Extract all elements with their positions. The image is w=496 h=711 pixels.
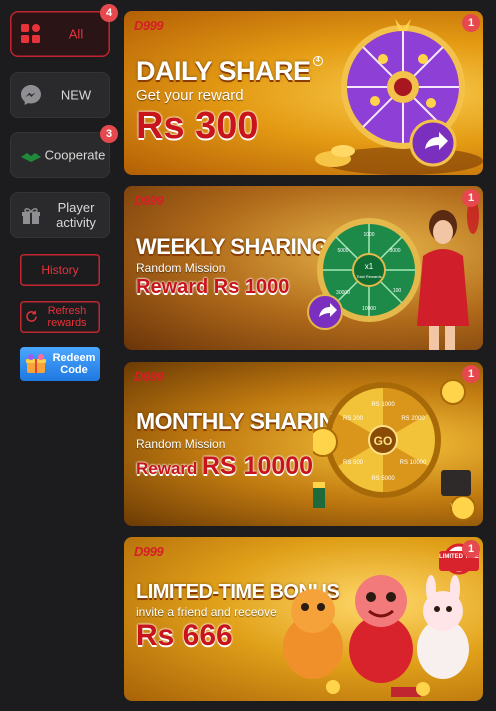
banner-subtitle: Get your reward	[136, 87, 244, 104]
svg-text:RS 500: RS 500	[343, 460, 364, 466]
svg-text:RS 1000: RS 1000	[371, 402, 395, 408]
tab-all-badge: 4	[100, 4, 118, 22]
banner-reward: Rs 300	[136, 105, 259, 147]
brand-logo: D999	[134, 18, 164, 33]
tab-player-activity[interactable]: Player activity	[10, 192, 110, 238]
banner-monthly-sharing[interactable]: D999 MONTHLY SHARING6 Random Mission Rew…	[124, 362, 483, 526]
messenger-icon	[18, 82, 44, 108]
svg-text:RS 200: RS 200	[343, 416, 364, 422]
banner-badge: 1	[462, 365, 480, 383]
tab-player-activity-label: Player activity	[56, 200, 96, 230]
banner-badge: 1	[462, 540, 480, 558]
green-wheel-icon: x1 Total Rewards 1000 3000 5000 30000 10…	[307, 198, 479, 350]
history-label: History	[41, 263, 79, 277]
banner-daily-share[interactable]: D999 DAILY SHARE 4 Get your reward Rs 300…	[124, 11, 483, 175]
banner-subtitle: invite a friend and receove	[136, 605, 277, 619]
brand-logo: D999	[134, 193, 164, 208]
svg-text:RS 2000: RS 2000	[401, 416, 425, 422]
gift-icon	[18, 202, 44, 228]
history-button[interactable]: History	[20, 254, 100, 286]
brand-logo: D999	[134, 369, 164, 384]
tab-new-label: NEW	[60, 87, 92, 103]
wheel-go-text: GO	[374, 434, 393, 448]
tab-all-label: All	[68, 26, 84, 42]
banner-badge: 1	[462, 189, 480, 207]
banner-reward: Reward Rs 1000	[136, 276, 290, 298]
banner-reward: Reward RS 10000	[136, 452, 314, 480]
redeem-code-button[interactable]: Redeem Code	[20, 347, 100, 381]
gold-wheel-icon: GO RS 1000 RS 2000 RS 10000 RS 5000 RS 5…	[313, 379, 476, 521]
refresh-rewards-button[interactable]: Refresh rewards	[20, 301, 100, 333]
wheel-center-text: x1	[365, 262, 374, 271]
handshake-icon	[18, 142, 44, 168]
svg-text:3000: 3000	[389, 248, 400, 254]
event-page: All 4 NEW Cooperate 3 Player activity Hi…	[0, 0, 496, 711]
banner-subtitle: Random Mission	[136, 261, 226, 275]
svg-text:RS 10000: RS 10000	[400, 460, 427, 466]
tab-cooperate[interactable]: Cooperate 3	[10, 125, 118, 178]
redeem-label: Redeem Code	[52, 352, 96, 376]
vip-label: VIP	[450, 503, 462, 510]
tab-cooperate-label: Cooperate	[44, 147, 106, 163]
grid-icon	[18, 21, 44, 47]
banner-limited-time-bonus[interactable]: D999 LIMITED-TIME BONUS invite a friend …	[124, 537, 483, 701]
refresh-label: Refresh rewards	[47, 305, 87, 329]
wheel-center-sub: Total Rewards	[356, 274, 381, 279]
refresh-icon	[25, 310, 38, 326]
tab-all[interactable]: All 4	[10, 4, 118, 57]
prize-wheel-icon	[315, 19, 483, 175]
brand-logo: D999	[134, 544, 164, 559]
svg-text:RS 5000: RS 5000	[371, 476, 395, 482]
tab-new[interactable]: NEW	[10, 72, 110, 118]
banner-subtitle: Random Mission	[136, 437, 226, 451]
banner-weekly-sharing[interactable]: D999 WEEKLY SHARING5 Random Mission Rewa…	[124, 186, 483, 350]
banner-badge: 1	[462, 14, 480, 32]
tab-cooperate-badge: 3	[100, 125, 118, 143]
redeem-gift-icon	[24, 352, 48, 376]
svg-text:100: 100	[393, 288, 402, 294]
svg-text:10000: 10000	[362, 306, 376, 312]
svg-text:5000: 5000	[337, 248, 348, 254]
svg-text:30000: 30000	[336, 290, 350, 296]
banner-reward: Rs 666	[136, 619, 233, 652]
svg-text:1000: 1000	[363, 232, 374, 238]
